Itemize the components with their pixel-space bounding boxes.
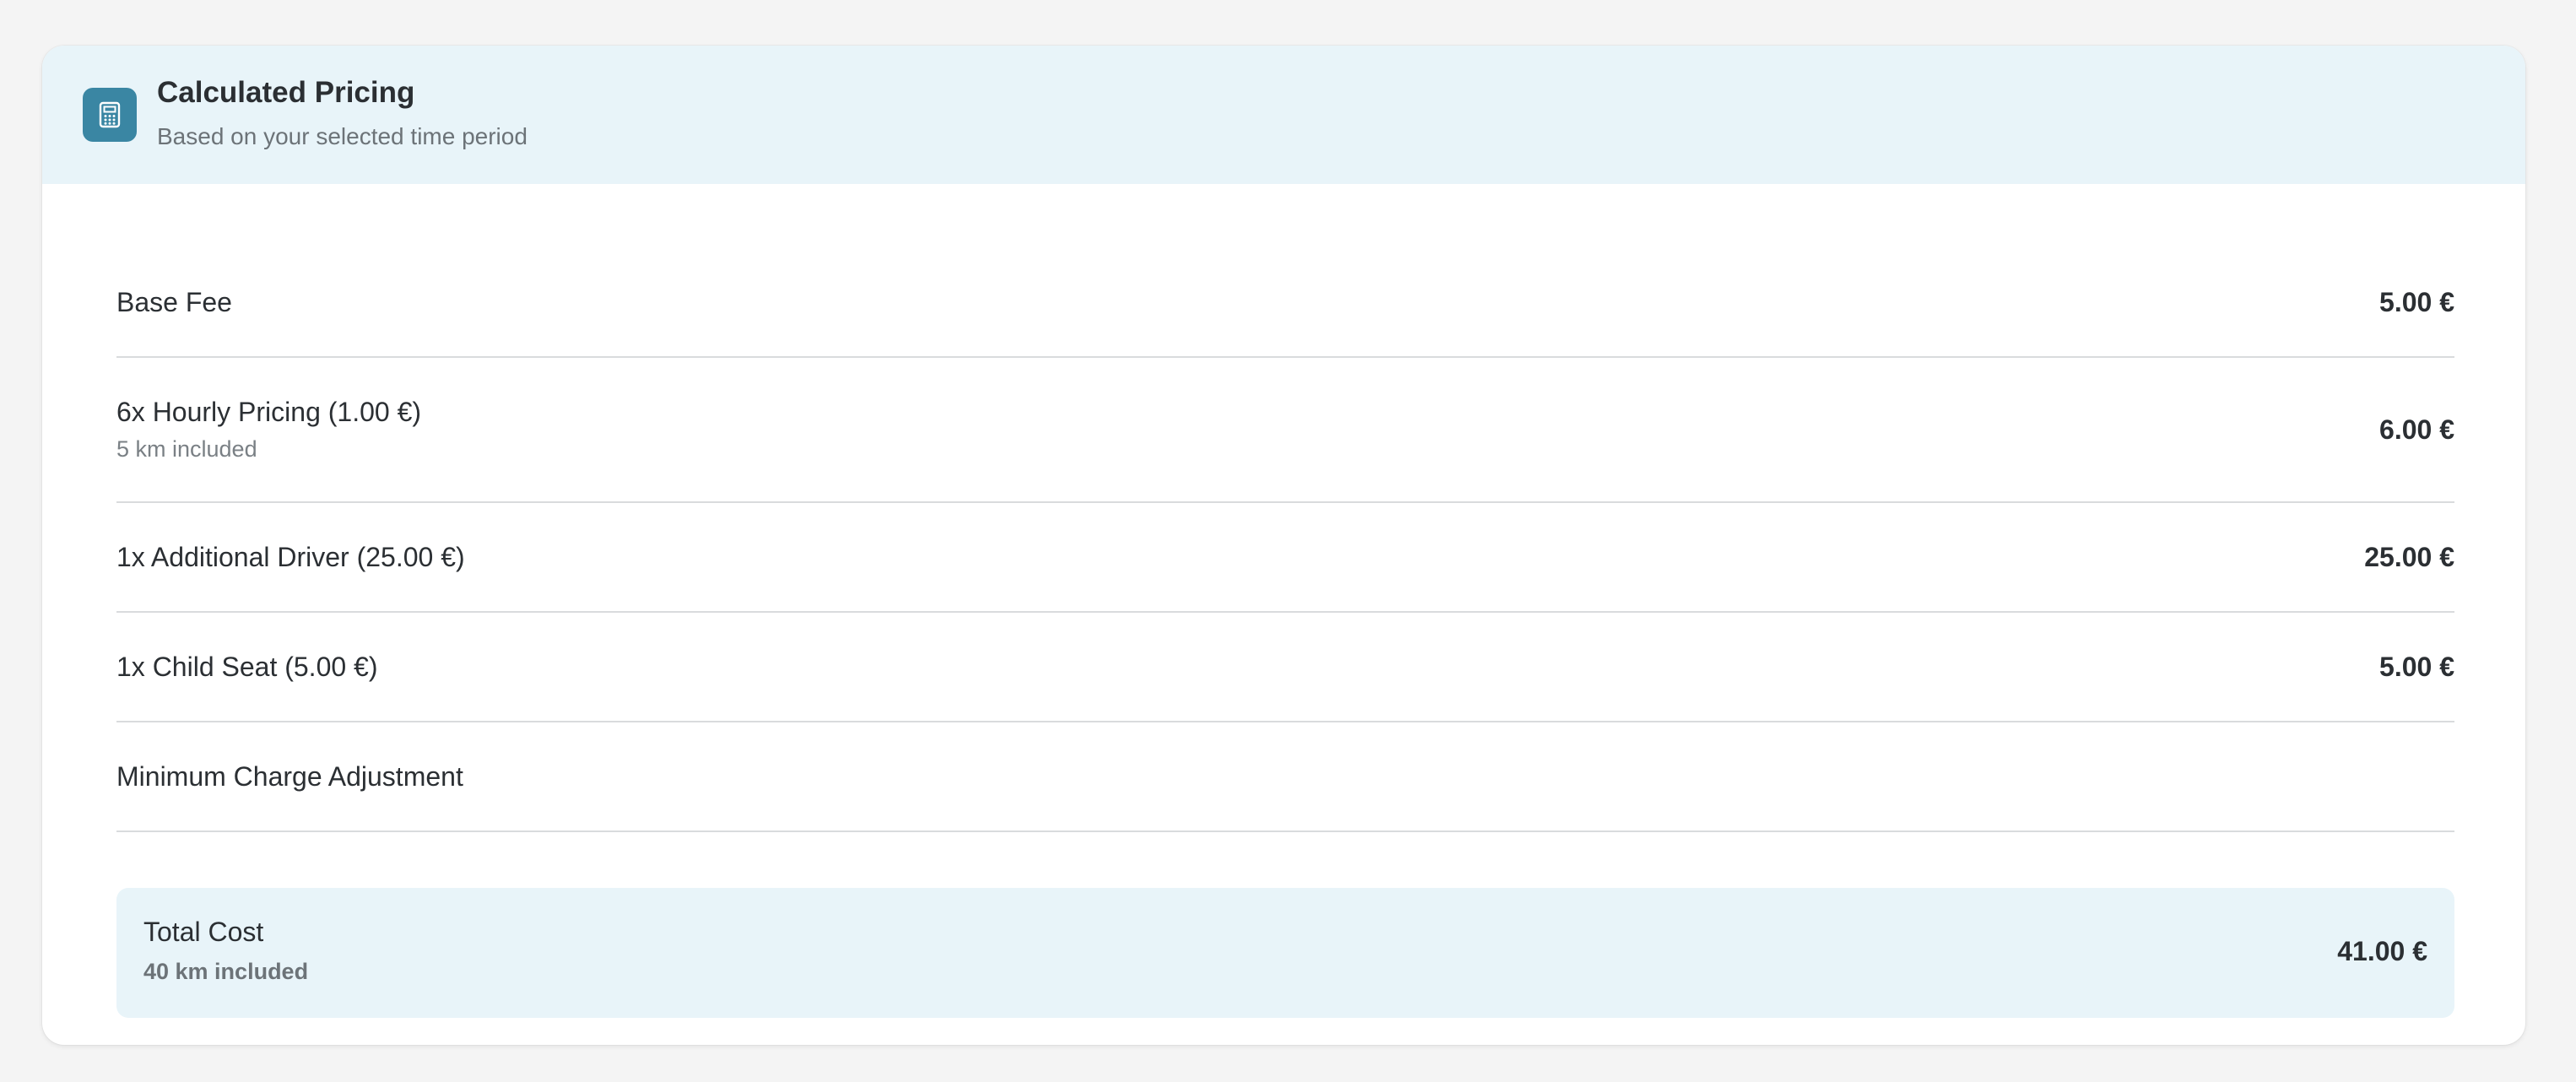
pricing-header: Calculated Pricing Based on your selecte… — [42, 46, 2525, 184]
pricing-card: Calculated Pricing Based on your selecte… — [42, 46, 2525, 1045]
line-item-amount: 5.00 € — [2379, 286, 2454, 317]
line-item-base-fee: Base Fee 5.00 € — [116, 248, 2454, 358]
line-item-label: Base Fee — [116, 286, 232, 317]
total-km-included: 40 km included — [143, 959, 309, 984]
total-cost-amount: 41.00 € — [2337, 936, 2427, 966]
line-item-amount: 5.00 € — [2379, 651, 2454, 682]
line-item-child-seat: 1x Child Seat (5.00 €) 5.00 € — [116, 613, 2454, 722]
line-item-label: 1x Child Seat (5.00 €) — [116, 651, 378, 682]
line-item-label: Minimum Charge Adjustment — [116, 760, 463, 792]
line-item-label: 6x Hourly Pricing (1.00 €) — [116, 397, 422, 427]
line-item-additional-driver: 1x Additional Driver (25.00 €) 25.00 € — [116, 503, 2454, 613]
line-items-list: Base Fee 5.00 € 6x Hourly Pricing (1.00 … — [116, 248, 2454, 832]
total-cost-label: Total Cost — [143, 917, 264, 947]
pricing-title: Calculated Pricing — [157, 76, 415, 109]
line-item-amount: 6.00 € — [2379, 414, 2454, 445]
calculator-icon — [83, 88, 137, 142]
line-item-amount: 25.00 € — [2364, 541, 2454, 572]
line-item-hourly-pricing: 6x Hourly Pricing (1.00 €) 5 km included… — [116, 358, 2454, 503]
line-item-sublabel: 5 km included — [116, 436, 257, 462]
line-item-minimum-charge-adjustment: Minimum Charge Adjustment — [116, 722, 2454, 832]
pricing-subtitle: Based on your selected time period — [157, 123, 528, 149]
total-cost-box: Total Cost 40 km included 41.00 € — [116, 888, 2454, 1018]
line-item-label: 1x Additional Driver (25.00 €) — [116, 541, 465, 572]
